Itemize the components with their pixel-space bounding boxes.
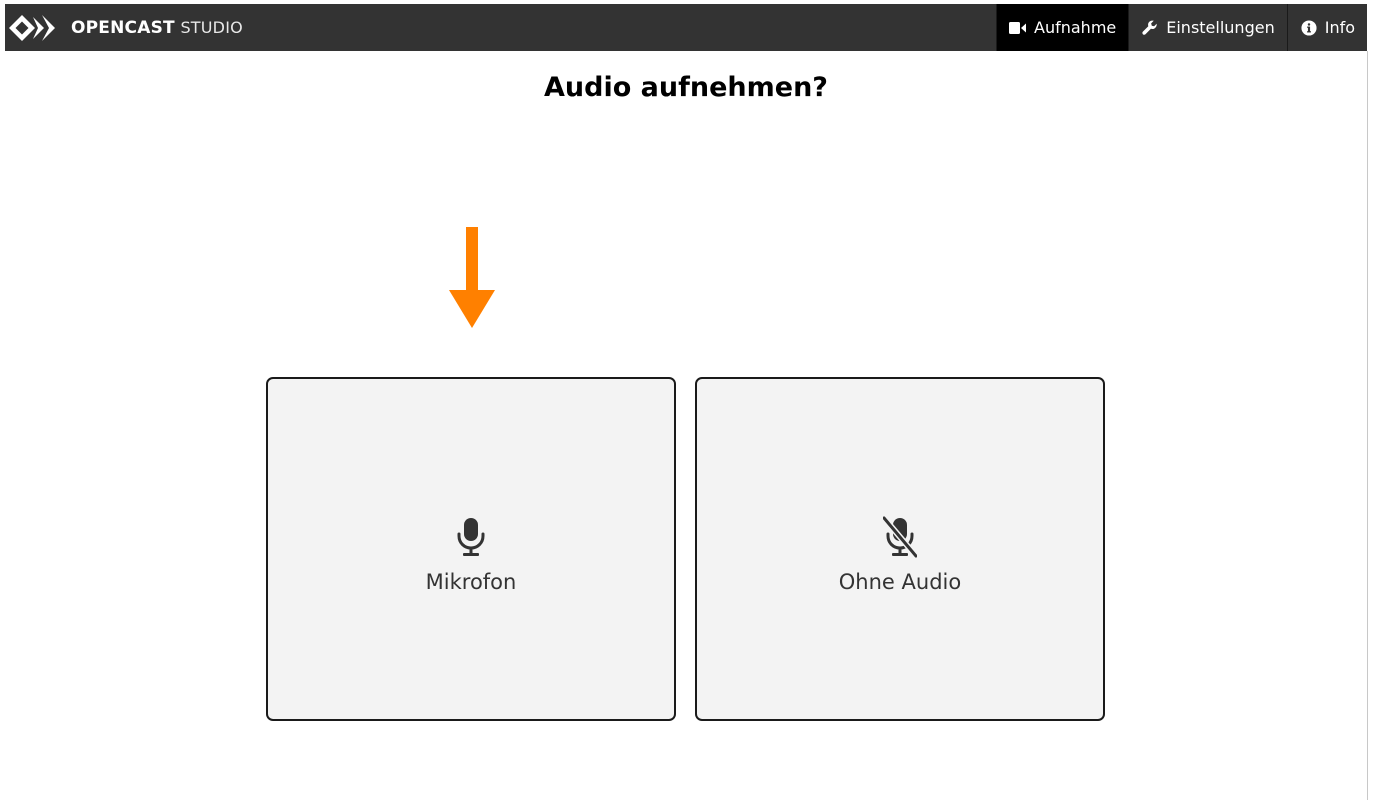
page-title: Audio aufnehmen? [544,72,828,103]
brand-name: OPENCAST STUDIO [71,4,243,52]
content-edge [1367,51,1368,800]
wrench-icon [1142,20,1157,35]
nav-recording[interactable]: Aufnahme [996,4,1129,51]
microphone-slash-icon [883,516,917,558]
nav-settings-label: Einstellungen [1166,18,1275,37]
video-camera-icon [1009,21,1027,34]
no-audio-option-label: Ohne Audio [838,570,962,594]
nav-recording-label: Aufnahme [1034,18,1117,37]
microphone-option-label: Mikrofon [425,570,517,594]
brand-name-bold: OPENCAST [71,17,175,38]
microphone-option-button[interactable]: Mikrofon [266,377,676,721]
nav-info-label: Info [1324,18,1355,37]
opencast-logo-icon [9,14,55,41]
info-circle-icon [1301,19,1317,36]
nav-settings[interactable]: Einstellungen [1128,4,1286,51]
arrow-down-icon [449,227,495,328]
page: OPENCAST STUDIO Aufnahme Einstellungen I… [0,0,1383,800]
nav-info[interactable]: Info [1286,4,1367,51]
top-bar: OPENCAST STUDIO Aufnahme Einstellungen I… [5,4,1367,51]
no-audio-option-button[interactable]: Ohne Audio [695,377,1105,721]
brand-name-light: STUDIO [180,17,243,37]
brand[interactable]: OPENCAST STUDIO [5,4,243,51]
main-nav: Aufnahme Einstellungen Info [996,4,1367,51]
microphone-icon [457,518,485,556]
